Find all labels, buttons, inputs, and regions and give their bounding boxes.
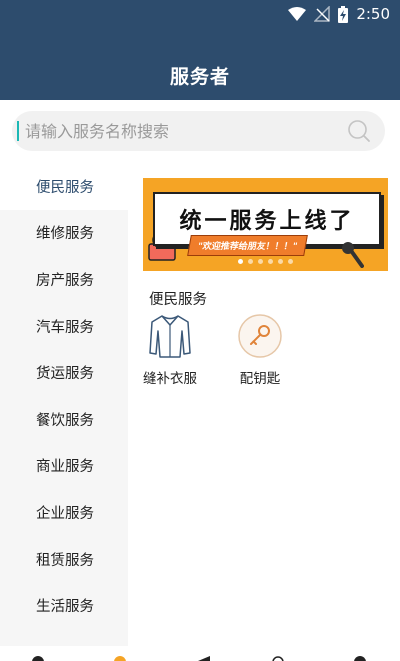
section-title: 便民服务 [149,292,207,308]
pagination-dot[interactable] [258,259,263,264]
status-time: 2:50 [356,5,390,23]
wifi-icon [288,7,307,21]
sidebar-item-repair[interactable]: 维修服务 [0,210,128,257]
battery-charging-icon [338,5,349,23]
banner-pagination [143,259,388,264]
status-bar: 2:50 [288,4,390,24]
promo-banner[interactable]: 统一服务上线了 "欢迎推荐给朋友！！！" [143,178,388,271]
pagination-dot[interactable] [268,259,273,264]
pagination-dot[interactable] [288,259,293,264]
service-label: 缝补衣服 [143,371,197,387]
banner-subline: "欢迎推荐给朋友！！！" [187,235,309,256]
sidebar-item-real-estate[interactable]: 房产服务 [0,256,128,303]
search-icon[interactable] [347,119,371,143]
service-label: 配钥匙 [239,371,281,387]
sidebar-item-dining[interactable]: 餐饮服务 [0,396,128,443]
no-signal-icon [314,6,331,22]
sidebar-item-freight[interactable]: 货运服务 [0,349,128,396]
nav-indicator-icon[interactable] [112,654,128,661]
sidebar-item-life[interactable]: 生活服务 [0,582,128,629]
sidebar-item-convenience[interactable]: 便民服务 [0,163,128,210]
category-sidebar: 便民服务 维修服务 房产服务 汽车服务 货运服务 餐饮服务 商业服务 企业服务 … [0,163,128,646]
banner-headline: 统一服务上线了 [179,209,355,234]
page-title: 服务者 [169,66,230,88]
service-tailoring[interactable]: 缝补衣服 [135,313,205,387]
search-bar[interactable] [12,111,385,151]
nav-home-icon[interactable] [30,654,46,661]
nav-back-icon[interactable] [196,654,212,661]
sidebar-item-auto[interactable]: 汽车服务 [0,303,128,350]
app-header: 2:50 服务者 [0,0,400,100]
sidebar-item-commerce[interactable]: 商业服务 [0,443,128,490]
sidebar-item-enterprise[interactable]: 企业服务 [0,489,128,536]
system-nav-bar [0,646,400,661]
search-input[interactable] [23,120,317,142]
pagination-dot[interactable] [248,259,253,264]
text-cursor [17,121,19,141]
shirt-icon [149,315,191,358]
nav-circle-icon[interactable] [270,654,286,661]
pagination-dot[interactable] [278,259,283,264]
service-key-cutting[interactable]: 配钥匙 [225,313,295,387]
sidebar-item-rental[interactable]: 租赁服务 [0,536,128,583]
nav-recent-icon[interactable] [352,654,368,661]
pagination-dot[interactable] [238,259,243,264]
key-icon [238,314,282,358]
